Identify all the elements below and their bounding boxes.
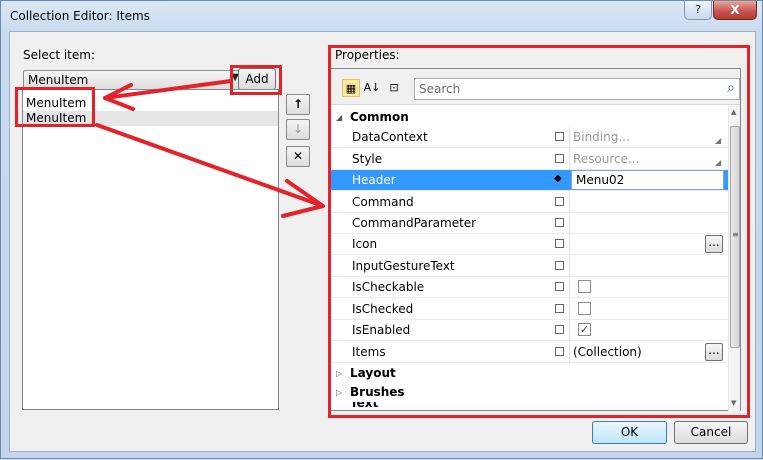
- arrow-up-icon: ↑: [292, 97, 304, 111]
- close-icon: ✕: [292, 149, 304, 163]
- move-down-button[interactable]: ↓: [286, 119, 310, 140]
- select-item-label: Select item:: [23, 48, 95, 62]
- items-listbox[interactable]: MenuItem MenuItem: [22, 89, 279, 410]
- help-button[interactable]: ?: [684, 1, 712, 20]
- combo-value: MenuItem: [28, 73, 89, 87]
- move-up-button[interactable]: ↑: [286, 94, 310, 115]
- annotation-box-properties: [328, 45, 750, 418]
- cancel-button[interactable]: Cancel: [674, 421, 748, 444]
- annotation-box-add: [230, 65, 282, 95]
- ok-button[interactable]: OK: [592, 421, 667, 444]
- collection-editor-window: Collection Editor: Items ? X Select item…: [0, 0, 763, 459]
- annotation-box-items: [15, 87, 95, 127]
- remove-button[interactable]: ✕: [286, 146, 310, 167]
- close-button[interactable]: X: [713, 1, 757, 20]
- window-title: Collection Editor: Items: [10, 9, 150, 23]
- title-bar: Collection Editor: Items ? X: [1, 1, 762, 31]
- arrow-down-icon: ↓: [292, 122, 304, 136]
